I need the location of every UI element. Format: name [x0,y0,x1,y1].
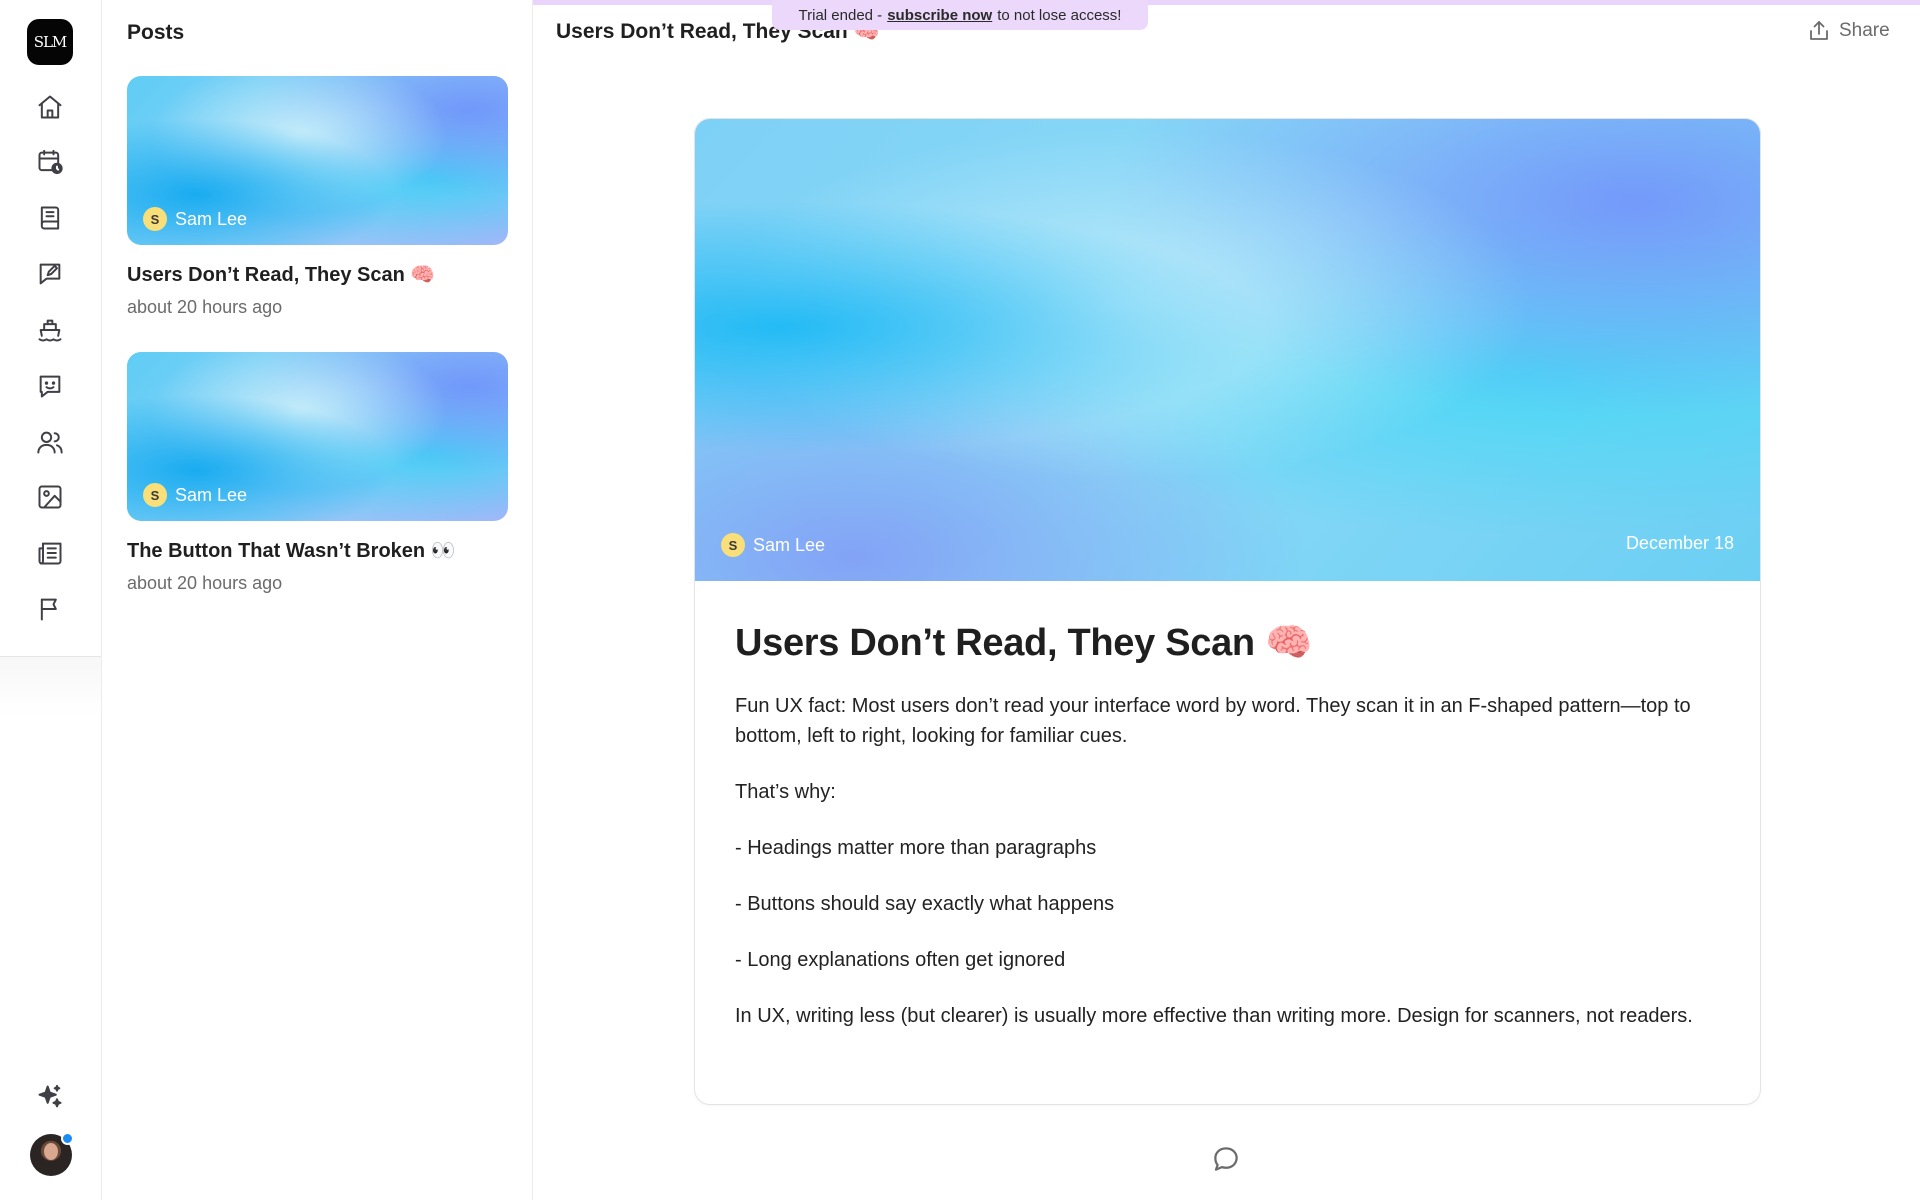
comment-button[interactable] [1211,1144,1243,1176]
trial-banner: Trial ended - subscribe now to not lose … [772,0,1148,30]
avatar-face [44,1143,58,1160]
flag-icon[interactable] [34,593,66,625]
article-paragraph: In UX, writing less (but clearer) is usu… [735,1005,1693,1027]
author-name: Sam Lee [175,208,248,229]
post-thumbnail[interactable]: S Sam Lee [127,352,508,521]
post-time: about 20 hours ago [127,297,283,317]
author-name: Sam Lee [753,534,826,555]
post-author: S Sam Lee [143,483,247,507]
smile-chat-icon[interactable] [34,370,66,402]
workspace-logo[interactable]: SLM [27,19,73,65]
edit-chat-icon[interactable] [34,258,66,290]
post-title[interactable]: The Button That Wasn’t Broken 👀 [127,538,508,563]
author-avatar: S [143,207,167,231]
trial-banner-suffix: to not lose access! [997,6,1122,24]
article-hero: S Sam Lee December 18 [695,119,1760,581]
home-icon[interactable] [34,91,66,123]
newspaper-icon[interactable] [34,537,66,569]
article-heading: Users Don’t Read, They Scan 🧠 [735,622,1313,664]
sparkles-icon[interactable] [34,1081,66,1113]
author-avatar: S [143,483,167,507]
post-detail: Users Don’t Read, They Scan 🧠 Share S Sa… [533,0,1920,1200]
article-paragraph: - Buttons should say exactly what happen… [735,893,1115,915]
notification-dot [61,1132,74,1145]
article-author: S Sam Lee [721,533,825,557]
rail-divider [0,656,101,716]
post-card[interactable]: S Sam Lee The Button That Wasn’t Broken … [127,352,508,594]
post-thumbnail[interactable]: S Sam Lee [127,76,508,245]
comment-icon [1214,1147,1238,1171]
post-title[interactable]: Users Don’t Read, They Scan 🧠 [127,262,508,287]
subscribe-now-link[interactable]: subscribe now [887,7,992,24]
posts-panel: Posts S Sam Lee Users Don’t Read, They S… [102,0,533,1200]
app-root: Trial ended - subscribe now to not lose … [0,0,1920,1200]
article-date: December 18 [1625,533,1734,553]
ship-icon[interactable] [34,314,66,346]
article-paragraph: That’s why: [735,781,836,803]
icon-rail: SLM [0,0,102,1200]
article-paragraph: - Headings matter more than paragraphs [735,837,1097,859]
article-card: S Sam Lee December 18 Users Don’t Read, … [694,118,1761,1105]
user-avatar[interactable] [30,1132,74,1176]
author-name: Sam Lee [175,484,248,505]
share-icon [1810,21,1828,40]
post-card[interactable]: S Sam Lee Users Don’t Read, They Scan 🧠 … [127,76,508,318]
posts-title: Posts [127,21,185,44]
article-body: Users Don’t Read, They Scan 🧠 Fun UX fac… [695,581,1760,1031]
article-paragraph: Fun UX fact: Most users don’t read your … [735,695,1691,747]
post-time: about 20 hours ago [127,573,283,593]
trial-banner-prefix: Trial ended - [798,6,883,24]
article-paragraph: - Long explanations often get ignored [735,949,1066,971]
image-icon[interactable] [34,481,66,513]
author-avatar: S [721,533,745,557]
share-button[interactable]: Share [1807,19,1890,43]
book-icon[interactable] [34,202,66,234]
users-icon[interactable] [34,426,66,458]
share-label: Share [1839,20,1890,41]
post-author: S Sam Lee [143,207,247,231]
calendar-clock-icon[interactable] [34,146,66,178]
